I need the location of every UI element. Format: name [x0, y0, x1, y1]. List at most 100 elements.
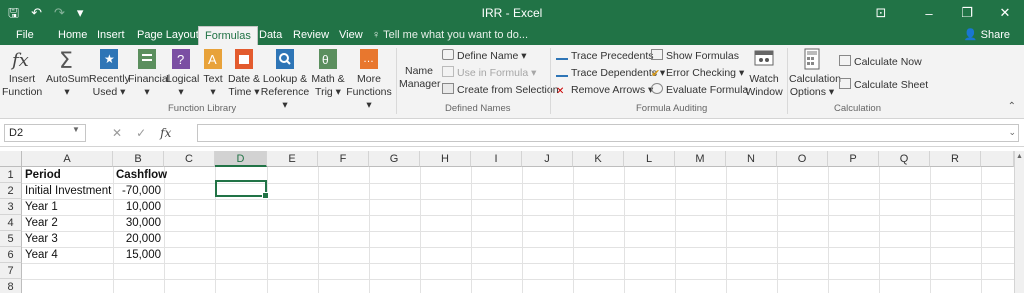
cell-a1[interactable]: Period: [22, 167, 113, 183]
expand-formula-bar-icon[interactable]: ⌄: [1008, 127, 1016, 138]
row-header[interactable]: 4: [0, 215, 22, 231]
row-header[interactable]: 3: [0, 199, 22, 215]
cell-b2[interactable]: -70,000: [113, 183, 164, 199]
collapse-ribbon-icon[interactable]: ⌃: [1008, 101, 1016, 112]
cell-a6[interactable]: Year 4: [22, 247, 113, 263]
gridline: [318, 167, 319, 293]
evaluate-formula-button[interactable]: Evaluate Formula: [651, 83, 748, 98]
svg-text:θ: θ: [322, 53, 329, 67]
financial-book-icon: [138, 49, 156, 69]
formula-input[interactable]: [197, 124, 1019, 142]
remove-arrows-button[interactable]: ✕ Remove Arrows ▾: [556, 83, 653, 98]
column-header[interactable]: D: [215, 151, 267, 167]
row-header[interactable]: 6: [0, 247, 22, 263]
define-name-button[interactable]: Define Name ▾: [442, 49, 526, 64]
math-trig-button[interactable]: θ Math & Trig ▾: [309, 47, 347, 99]
column-header[interactable]: I: [471, 151, 522, 167]
column-header[interactable]: A: [22, 151, 113, 167]
column-header[interactable]: B: [113, 151, 164, 167]
share-button[interactable]: 👤 Share: [964, 26, 1010, 45]
tab-formulas[interactable]: Formulas: [198, 26, 258, 45]
row-header[interactable]: 7: [0, 263, 22, 279]
tell-me-search[interactable]: ♀ Tell me what you want to do...: [372, 26, 528, 45]
watch-window-button[interactable]: Watch Window: [744, 47, 784, 99]
minimize-button[interactable]: –: [910, 0, 948, 26]
cell-b6[interactable]: 15,000: [113, 247, 164, 263]
recently-used-button[interactable]: ★ Recently Used ▾: [89, 47, 130, 99]
close-button[interactable]: ✕: [986, 0, 1024, 26]
select-all-button[interactable]: [0, 151, 22, 167]
column-header[interactable]: Q: [879, 151, 930, 167]
column-header[interactable]: M: [675, 151, 726, 167]
column-header[interactable]: E: [267, 151, 318, 167]
tab-page-layout[interactable]: Page Layout: [131, 26, 205, 45]
cell-b4[interactable]: 30,000: [113, 215, 164, 231]
column-header[interactable]: P: [828, 151, 879, 167]
cell-b1[interactable]: Cashflow: [113, 167, 167, 183]
column-header[interactable]: G: [369, 151, 420, 167]
gridline: [930, 167, 931, 293]
insert-function-button[interactable]: fx Insert Function: [2, 47, 42, 99]
scroll-up-icon[interactable]: ▲: [1015, 151, 1024, 163]
ribbon-display-options-button[interactable]: ⊡: [866, 0, 896, 26]
cell-a4[interactable]: Year 2: [22, 215, 113, 231]
tab-file[interactable]: File: [10, 26, 40, 45]
column-header[interactable]: H: [420, 151, 471, 167]
row-header[interactable]: 5: [0, 231, 22, 247]
column-header[interactable]: L: [624, 151, 675, 167]
tab-review[interactable]: Review: [287, 26, 335, 45]
more-functions-button[interactable]: … More Functions ▾: [345, 47, 393, 112]
insert-function-icon[interactable]: fx: [160, 124, 171, 142]
lookup-reference-button[interactable]: Lookup & Reference ▾: [260, 47, 310, 112]
cell-b3[interactable]: 10,000: [113, 199, 164, 215]
spreadsheet-grid[interactable]: A B C D E F G H I J K L M N O P Q R 1 2 …: [0, 147, 1024, 293]
autosum-button[interactable]: Σ AutoSum ▾: [46, 47, 89, 99]
name-box-dropdown-icon[interactable]: ▼: [72, 125, 80, 134]
svg-text:fx: fx: [10, 50, 29, 71]
date-time-button[interactable]: Date & Time ▾: [227, 47, 261, 99]
calculation-options-button[interactable]: Calculation Options ▾: [789, 47, 841, 99]
column-header[interactable]: R: [930, 151, 981, 167]
column-header[interactable]: O: [777, 151, 828, 167]
active-cell-d2[interactable]: [215, 180, 269, 199]
text-button[interactable]: A Text ▾: [200, 47, 226, 99]
formula-bar: D2 ▼ ✕ ✓ fx ⌄: [0, 119, 1024, 147]
gridline: [522, 167, 523, 293]
tab-insert[interactable]: Insert: [91, 26, 131, 45]
row-header[interactable]: 2: [0, 183, 22, 199]
gridline: [675, 167, 676, 293]
cell-a2[interactable]: Initial Investment: [22, 183, 113, 199]
column-header[interactable]: N: [726, 151, 777, 167]
tab-view[interactable]: View: [333, 26, 369, 45]
enter-icon[interactable]: ✓: [136, 124, 146, 142]
error-checking-button[interactable]: ✔ Error Checking ▾: [651, 66, 744, 81]
financial-button[interactable]: Financial ▾: [128, 47, 170, 99]
column-header[interactable]: [981, 151, 1014, 167]
show-formulas-button[interactable]: Show Formulas: [651, 49, 739, 64]
cell-a3[interactable]: Year 1: [22, 199, 113, 215]
column-header[interactable]: C: [164, 151, 215, 167]
calculate-now-button[interactable]: Calculate Now: [839, 55, 922, 70]
vertical-scrollbar[interactable]: ▲: [1014, 151, 1024, 293]
tab-data[interactable]: Data: [253, 26, 288, 45]
cancel-icon[interactable]: ✕: [112, 124, 122, 142]
tab-home[interactable]: Home: [52, 26, 93, 45]
row-header[interactable]: 8: [0, 279, 22, 293]
restore-button[interactable]: ❐: [948, 0, 986, 26]
logical-button[interactable]: ? Logical ▾: [166, 47, 199, 99]
name-manager-button[interactable]: Name Manager: [399, 65, 440, 91]
trace-dependents-button[interactable]: Trace Dependents ▾: [556, 66, 665, 81]
cell-a5[interactable]: Year 3: [22, 231, 113, 247]
gridline: [471, 167, 472, 293]
group-label-function-library: Function Library: [168, 103, 237, 114]
row-header[interactable]: 1: [0, 167, 22, 183]
column-header[interactable]: J: [522, 151, 573, 167]
create-from-selection-button[interactable]: Create from Selection: [442, 83, 559, 98]
column-header[interactable]: F: [318, 151, 369, 167]
column-header[interactable]: K: [573, 151, 624, 167]
cell-b5[interactable]: 20,000: [113, 231, 164, 247]
sigma-icon: Σ: [59, 49, 73, 71]
calculate-sheet-button[interactable]: Calculate Sheet: [839, 78, 928, 93]
trace-precedents-button[interactable]: Trace Precedents: [556, 49, 653, 64]
use-in-formula-button[interactable]: Use in Formula ▾: [442, 66, 536, 81]
